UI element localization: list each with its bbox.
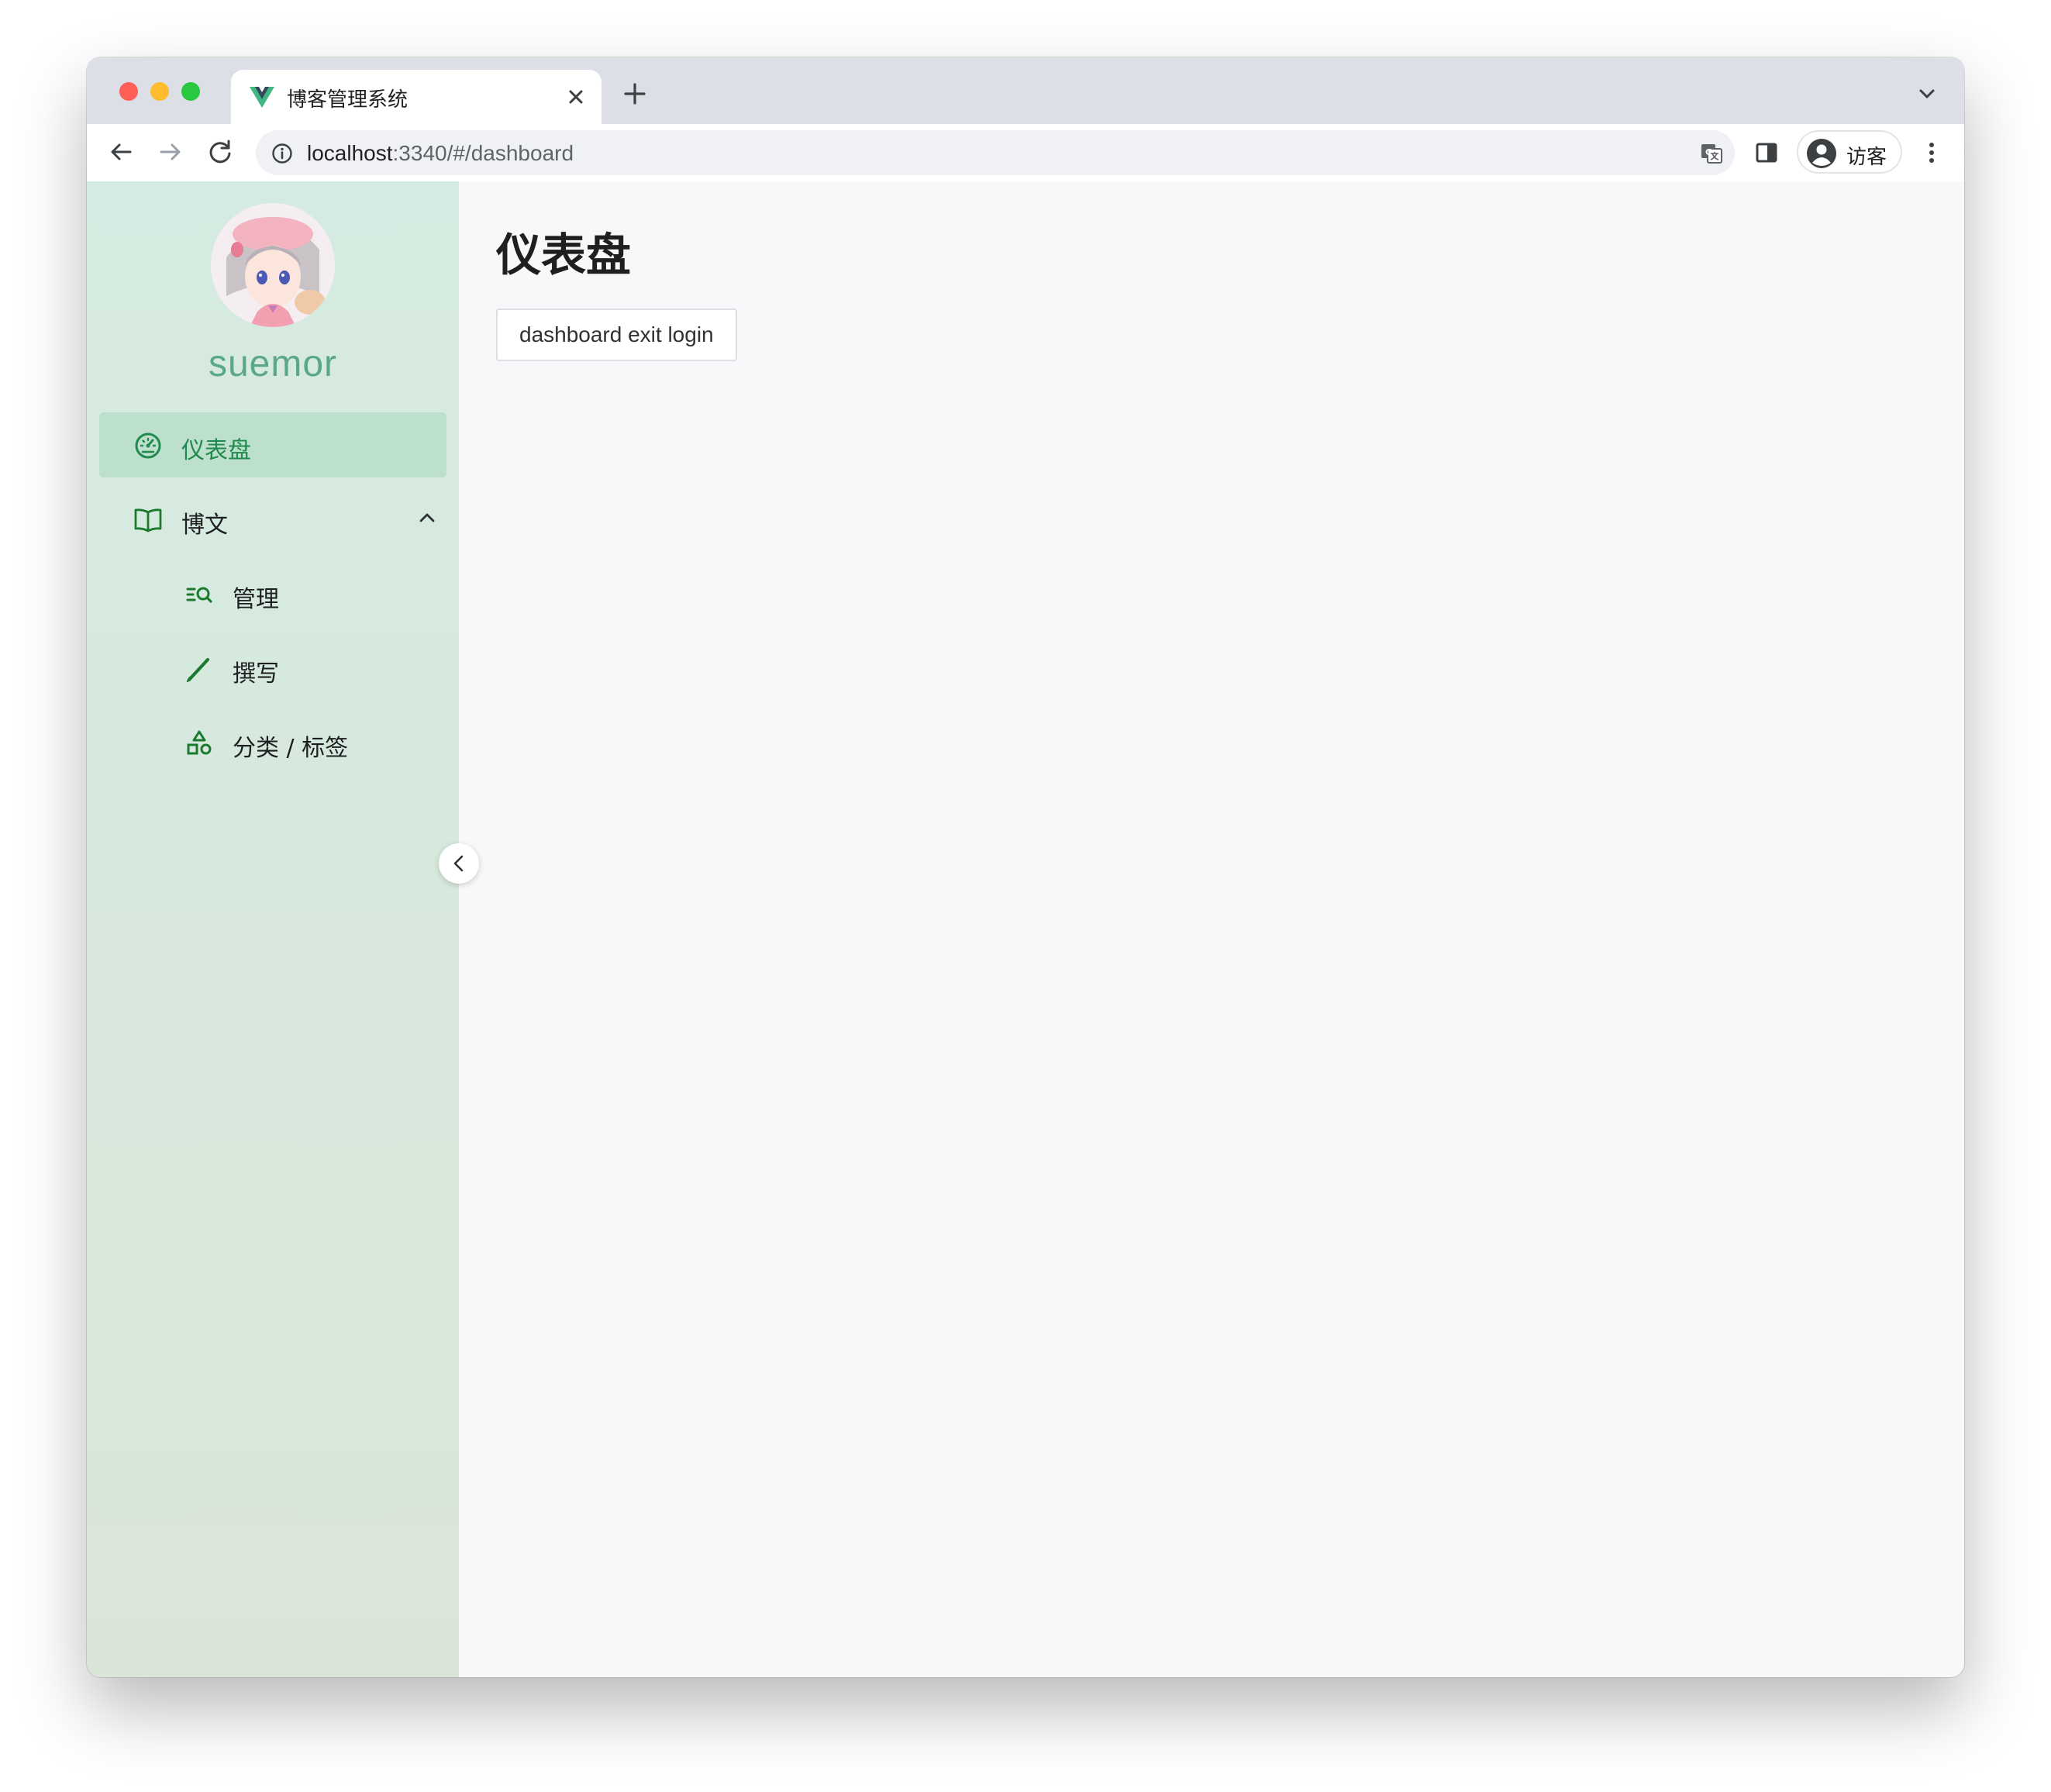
exit-login-button[interactable]: dashboard exit login [496, 308, 737, 361]
dashboard-gauge-icon [135, 432, 161, 459]
sidebar-item-label: 博文 [181, 512, 228, 539]
url-path: :3340/#/dashboard [392, 141, 574, 165]
chevron-up-icon[interactable] [419, 512, 436, 524]
tab-list-chevron-icon[interactable] [1916, 85, 1938, 102]
browser-tab[interactable]: 博客管理系统 [231, 70, 602, 124]
kebab-menu-icon[interactable] [1924, 140, 1939, 166]
translate-icon[interactable]: G [1699, 141, 1724, 166]
sidebar-item-label: 管理 [233, 586, 279, 613]
address-bar[interactable]: localhost:3340/#/dashboard G [256, 130, 1735, 175]
list-search-icon [186, 587, 212, 603]
brand-name: suemor [208, 343, 338, 384]
profile-label: 访客 [1846, 146, 1887, 169]
svg-text:G: G [1705, 147, 1712, 157]
vue-logo-icon [250, 87, 274, 108]
sidebar-collapse-button[interactable] [439, 843, 479, 884]
browser-toolbar: localhost:3340/#/dashboard G 访客 [87, 124, 1964, 182]
url-text: localhost:3340/#/dashboard [307, 141, 574, 166]
tab-strip: 博客管理系统 [87, 57, 1964, 124]
side-panel-icon[interactable] [1753, 140, 1780, 166]
pencil-icon [186, 657, 210, 683]
chevron-left-icon [453, 855, 464, 872]
sidebar-item-write[interactable]: 撰写 [99, 636, 446, 701]
forward-arrow-icon[interactable] [155, 136, 186, 167]
main-content: 仪表盘 dashboard exit login [459, 181, 1964, 1677]
user-avatar[interactable] [211, 203, 335, 327]
sidebar-item-categories-tags[interactable]: 分类 / 标签 [99, 710, 446, 775]
sidebar-item-dashboard[interactable]: 仪表盘 [99, 412, 446, 477]
close-window-button[interactable] [119, 82, 138, 101]
anime-avatar-image [211, 203, 335, 327]
person-avatar-icon [1807, 139, 1836, 168]
sidebar-item-posts[interactable]: 博文 [99, 487, 446, 552]
reload-icon[interactable] [205, 136, 236, 167]
sidebar-item-label: 仪表盘 [181, 437, 251, 464]
maximize-window-button[interactable] [181, 82, 200, 101]
sidebar: suemor 仪表盘 博文 管理 撰写 分类 / 标签 [87, 181, 459, 1677]
profile-chip[interactable]: 访客 [1797, 130, 1902, 174]
sidebar-item-manage[interactable]: 管理 [99, 561, 446, 626]
browser-window: 博客管理系统 localhost:3340/#/dashboard G 访客 s… [87, 57, 1964, 1677]
back-arrow-icon[interactable] [105, 136, 136, 167]
sidebar-item-label: 撰写 [233, 660, 279, 688]
minimize-window-button[interactable] [150, 82, 169, 101]
tab-title: 博客管理系统 [287, 88, 408, 112]
page-title: 仪表盘 [496, 229, 632, 281]
sidebar-item-label: 分类 / 标签 [233, 735, 349, 762]
new-tab-icon[interactable] [622, 81, 648, 107]
site-info-icon[interactable] [271, 143, 293, 164]
book-icon [134, 508, 162, 532]
shapes-icon [187, 730, 212, 755]
url-host: localhost [307, 141, 393, 165]
close-tab-icon[interactable] [563, 84, 589, 110]
